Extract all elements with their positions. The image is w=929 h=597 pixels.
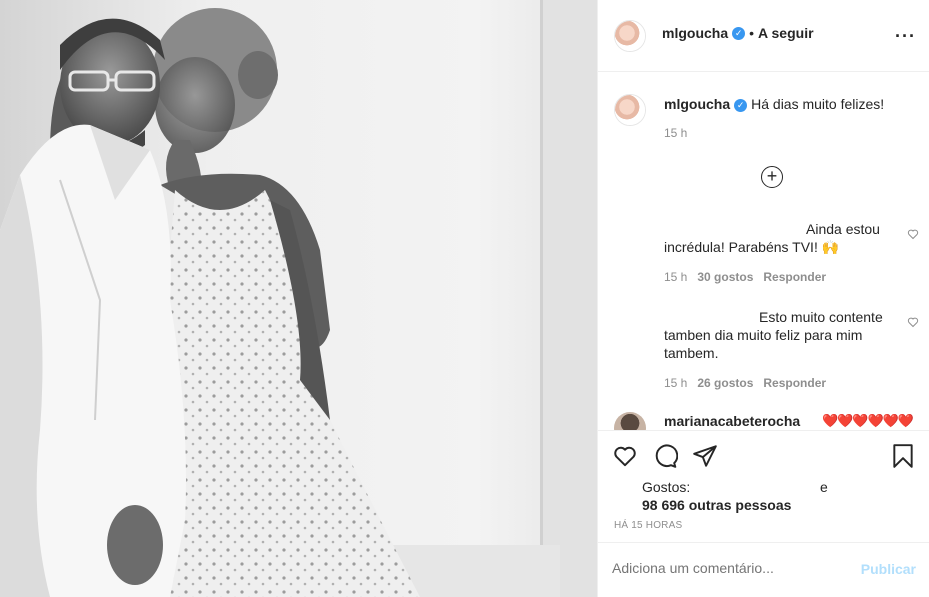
- comment-text-line: Esto muito contente: [759, 309, 883, 325]
- caption-text-row: mlgoucha ✓ Há dias muito felizes!: [664, 96, 884, 112]
- caption-text: Há dias muito felizes!: [751, 96, 885, 112]
- comment-input[interactable]: [612, 560, 832, 576]
- share-paper-plane-icon[interactable]: [692, 443, 718, 469]
- author-username[interactable]: mlgoucha: [662, 25, 728, 41]
- caption-username[interactable]: mlgoucha: [664, 96, 730, 112]
- comment-time[interactable]: 15 h: [664, 270, 687, 284]
- comment-likes[interactable]: 26 gostos: [697, 376, 753, 390]
- separator-dot: •: [749, 25, 755, 41]
- comment-reply-button[interactable]: Responder: [763, 376, 826, 390]
- comment-item: Esto muito contente tamben dia muito fel…: [664, 308, 894, 392]
- comment-reply-button[interactable]: Responder: [763, 270, 826, 284]
- add-comment-bar: Publicar: [598, 542, 929, 597]
- verified-badge-icon: ✓: [734, 98, 748, 112]
- load-more-comments-icon[interactable]: +: [761, 166, 783, 188]
- comment-meta: 15 h 30 gostos Responder: [664, 268, 894, 286]
- caption-timestamp[interactable]: 15 h: [664, 126, 687, 140]
- comment-text-line: incrédula! Parabéns TVI! 🙌: [664, 239, 840, 255]
- verified-badge-icon: ✓: [732, 27, 746, 41]
- commenter-avatar[interactable]: [614, 412, 646, 430]
- publish-button[interactable]: Publicar: [861, 561, 916, 577]
- likes-and: e: [820, 479, 828, 495]
- comment-item: Ainda estou incrédula! Parabéns TVI! 🙌 1…: [664, 220, 894, 286]
- likes-label: Gostos:: [642, 479, 691, 495]
- comment-meta: 15 h 26 gostos Responder: [664, 374, 894, 392]
- comment-item: marianacabeterocha ❤️❤️❤️❤️❤️❤️: [614, 410, 914, 430]
- header-text: mlgoucha ✓ • A seguir: [662, 25, 814, 43]
- post-header: mlgoucha ✓ • A seguir ···: [598, 0, 929, 72]
- post-actions: Gostos: e 98 696 outras pessoas HÁ 15 HO…: [598, 430, 929, 542]
- more-options-icon[interactable]: ···: [895, 26, 916, 47]
- photo-image: [0, 0, 597, 597]
- comment-bubble-icon[interactable]: [652, 443, 678, 469]
- comment-like-heart-icon[interactable]: [907, 316, 919, 328]
- post-details-panel: mlgoucha ✓ • A seguir ··· mlgoucha ✓ Há dias …: [597, 0, 929, 597]
- comment-time[interactable]: 15 h: [664, 376, 687, 390]
- save-bookmark-icon[interactable]: [890, 443, 916, 469]
- post-photo[interactable]: [0, 0, 597, 597]
- like-heart-icon[interactable]: [612, 443, 638, 469]
- caption-author-avatar[interactable]: [614, 94, 646, 126]
- likes-count[interactable]: 98 696 outras pessoas: [642, 496, 791, 514]
- comment-text: ❤️❤️❤️❤️❤️❤️: [822, 413, 914, 428]
- comment-like-heart-icon[interactable]: [907, 228, 919, 240]
- comment-likes[interactable]: 30 gostos: [697, 270, 753, 284]
- likes-summary: Gostos: e 98 696 outras pessoas: [642, 478, 828, 514]
- comment-text-line: tamben dia muito feliz para mim: [664, 327, 863, 343]
- comment-text-line: tambem.: [664, 345, 719, 361]
- commenter-username[interactable]: marianacabeterocha: [664, 413, 800, 429]
- comment-text-line: Ainda estou: [806, 221, 880, 237]
- author-avatar[interactable]: [614, 20, 646, 52]
- following-button[interactable]: A seguir: [758, 25, 814, 41]
- post-timestamp[interactable]: HÁ 15 HORAS: [614, 520, 682, 531]
